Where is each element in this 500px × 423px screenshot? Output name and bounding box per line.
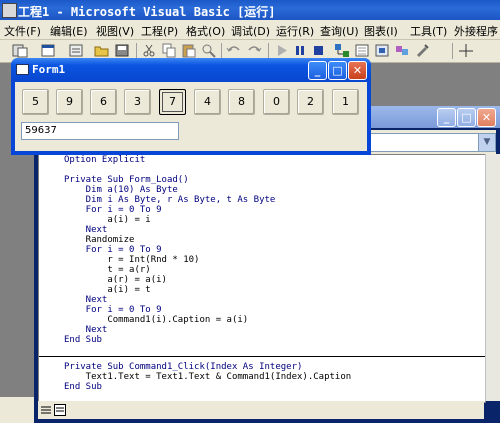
code-line: Command1(i).Caption = a(i) (64, 315, 249, 325)
position-icon (459, 44, 473, 57)
vb-app-icon[interactable] (2, 3, 17, 18)
main-window-title: 工程1 - Microsoft Visual Basic [运行] (18, 5, 276, 19)
command1-button-0[interactable]: 5 (22, 89, 49, 115)
procedure-separator (39, 356, 485, 357)
code-line: Private Sub Form_Load() (64, 175, 189, 185)
form1-client-area: 5 9 6 3 7 4 8 0 2 1 59637 (15, 82, 367, 151)
code-line: r = Int(Rnd * 10) (64, 255, 200, 265)
paste-icon[interactable] (181, 43, 197, 58)
menu-edit[interactable]: 编辑(E) (50, 23, 88, 39)
close-icon[interactable]: ✕ (348, 61, 367, 80)
project-explorer-icon[interactable] (334, 43, 350, 58)
code-line: Option Explicit (64, 155, 146, 165)
toolbar-separator (221, 43, 222, 59)
left-panel-stub (0, 397, 34, 423)
toolbar-separator (268, 43, 269, 59)
form-icon[interactable] (16, 64, 29, 75)
minimize-icon[interactable]: _ (437, 108, 456, 127)
break-icon[interactable] (292, 43, 308, 58)
command1-button-3[interactable]: 3 (124, 89, 151, 115)
close-icon[interactable]: ✕ (477, 108, 496, 127)
object-browser-icon[interactable] (394, 43, 410, 58)
maximize-icon[interactable]: □ (328, 61, 347, 80)
form-layout-icon[interactable] (374, 43, 390, 58)
end-icon[interactable] (310, 43, 326, 58)
code-line: a(r) = a(i) (64, 275, 167, 285)
start-icon[interactable] (274, 43, 290, 58)
menu-run[interactable]: 运行(R) (276, 23, 314, 39)
copy-icon[interactable] (161, 43, 177, 58)
code-line: Next (64, 295, 108, 305)
command1-button-9[interactable]: 1 (332, 89, 359, 115)
toolbox-icon[interactable] (414, 43, 430, 58)
chevron-down-icon[interactable]: ▼ (478, 134, 495, 151)
menu-debug[interactable]: 调试(D) (231, 23, 270, 39)
menu-bar: 文件(F) 编辑(E) 视图(V) 工程(P) 格式(O) 调试(D) 运行(R… (0, 20, 500, 40)
form1-window: Form1 _ □ ✕ 5 9 6 3 7 4 8 0 2 1 59637 (11, 58, 371, 155)
vertical-scrollbar[interactable] (485, 154, 500, 401)
maximize-icon[interactable]: □ (457, 108, 476, 127)
command1-button-8[interactable]: 2 (297, 89, 324, 115)
horizontal-scrollbar[interactable] (38, 401, 484, 419)
code-line: Text1.Text = Text1.Text & Command1(Index… (64, 372, 352, 382)
form1-title-bar[interactable]: Form1 _ □ ✕ (11, 58, 371, 82)
code-line: Randomize (64, 235, 135, 245)
find-icon[interactable] (201, 43, 217, 58)
command1-button-5[interactable]: 4 (194, 89, 221, 115)
command1-button-7[interactable]: 0 (263, 89, 290, 115)
code-line: For i = 0 To 9 (64, 205, 162, 215)
save-project-icon[interactable] (114, 43, 130, 58)
menu-file[interactable]: 文件(F) (4, 23, 41, 39)
menu-addins[interactable]: 外接程序 (454, 23, 498, 39)
command1-button-2[interactable]: 6 (90, 89, 117, 115)
menu-query[interactable]: 查询(U) (320, 23, 359, 39)
command1-button-4[interactable]: 7 (159, 89, 186, 115)
full-module-view-icon[interactable] (54, 404, 66, 416)
undo-icon[interactable] (226, 43, 242, 58)
cut-icon[interactable] (141, 43, 157, 58)
main-title-bar: 工程1 - Microsoft Visual Basic [运行] (0, 0, 500, 20)
command1-button-1[interactable]: 9 (56, 89, 83, 115)
redo-icon[interactable] (246, 43, 262, 58)
toolbar-separator (452, 43, 453, 59)
menu-diagram[interactable]: 图表(I) (364, 23, 398, 39)
code-line: t = a(r) (64, 265, 151, 275)
code-line: Dim a(10) As Byte (64, 185, 178, 195)
code-line: End Sub (64, 335, 102, 345)
code-editor[interactable]: Option Explicit Private Sub Form_Load() … (38, 154, 486, 403)
code-line: Next (64, 325, 108, 335)
menu-tools[interactable]: 工具(T) (410, 23, 447, 39)
command1-button-6[interactable]: 8 (228, 89, 255, 115)
code-line: Private Sub Command1_Click(Index As Inte… (64, 362, 303, 372)
open-project-icon[interactable] (94, 43, 110, 58)
menu-project[interactable]: 工程(P) (141, 23, 178, 39)
text1-textbox[interactable]: 59637 (21, 122, 179, 140)
code-line: Dim i As Byte, r As Byte, t As Byte (64, 195, 276, 205)
toolbar-separator (136, 43, 137, 59)
menu-format[interactable]: 格式(O) (186, 23, 225, 39)
menu-view[interactable]: 视图(V) (96, 23, 134, 39)
minimize-icon[interactable]: _ (308, 61, 327, 80)
procedure-view-icon[interactable] (40, 404, 52, 416)
properties-window-icon[interactable] (354, 43, 370, 58)
code-line: a(i) = i (64, 215, 151, 225)
form1-title: Form1 (32, 63, 66, 76)
code-line: Next (64, 225, 108, 235)
code-line: a(i) = t (64, 285, 151, 295)
code-line: For i = 0 To 9 (64, 245, 162, 255)
menu-editor-icon[interactable] (68, 43, 84, 58)
code-line: For i = 0 To 9 (64, 305, 162, 315)
add-form-icon[interactable] (40, 43, 56, 58)
code-line: End Sub (64, 382, 102, 392)
add-project-icon[interactable] (12, 43, 28, 58)
